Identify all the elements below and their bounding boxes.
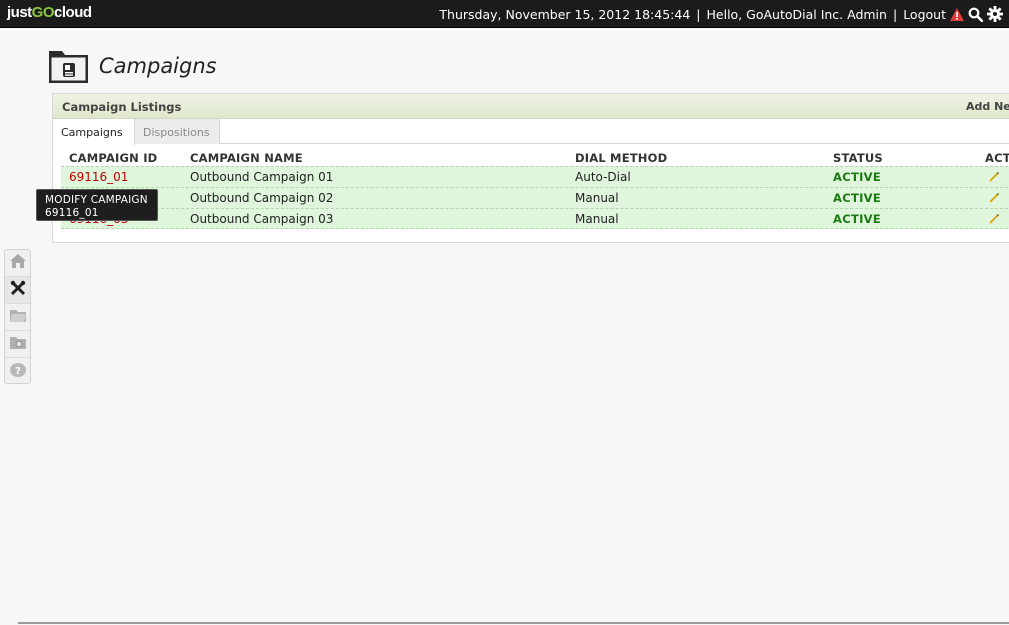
campaign-name: Outbound Campaign 02 [190, 191, 334, 205]
left-toolbar: ? [4, 249, 31, 384]
modify-campaign-button[interactable] [985, 170, 1000, 185]
tab-campaigns[interactable]: Campaigns [53, 119, 135, 145]
logo[interactable]: justGOcloud [7, 4, 92, 21]
sidebar-item-folder[interactable] [5, 304, 30, 331]
tooltip-line-2: 69116_01 [45, 206, 99, 219]
greeting: Hello, GoAutoDial Inc. Admin [706, 6, 887, 22]
pencil-icon[interactable] [988, 213, 1000, 225]
table-header: CAMPAIGN ID CAMPAIGN NAME DIAL METHOD ST… [61, 150, 1009, 166]
header-status[interactable]: STATUS [833, 151, 883, 165]
folder-icon [9, 308, 27, 327]
campaign-id-link[interactable]: 69116_01 [69, 170, 128, 184]
page-title: Campaigns [99, 54, 217, 78]
svg-text:?: ? [15, 366, 21, 377]
sidebar-item-folder-search[interactable] [5, 331, 30, 358]
dial-method: Auto-Dial [575, 170, 631, 184]
sidebar-item-help[interactable]: ? [5, 358, 30, 385]
panel-header: Campaign Listings Add Ne [53, 94, 1009, 119]
campaign-name: Outbound Campaign 03 [190, 212, 334, 226]
separator: | [892, 6, 898, 22]
tab-dispositions[interactable]: Dispositions [135, 119, 220, 144]
modify-campaign-button[interactable] [985, 191, 1000, 206]
help-icon: ? [9, 362, 27, 382]
table-row: 69116_02 Outbound Campaign 02 Manual ACT… [61, 187, 1009, 208]
tools-icon [10, 280, 26, 300]
modify-campaign-tooltip: MODIFY CAMPAIGN 69116_01 [36, 189, 158, 221]
datetime: Thursday, November 15, 2012 18:45:44 [439, 6, 691, 22]
pencil-icon[interactable] [988, 171, 1000, 183]
alert-icon[interactable] [950, 7, 964, 21]
panel-title: Campaign Listings [62, 100, 182, 114]
sidebar-item-tools[interactable] [5, 277, 30, 304]
bottom-border [18, 622, 1009, 624]
logo-prefix: just [7, 4, 32, 21]
table-row: 69116_01 Outbound Campaign 01 Auto-Dial … [61, 166, 1009, 187]
campaigns-table: CAMPAIGN ID CAMPAIGN NAME DIAL METHOD ST… [61, 150, 1009, 229]
header-dial-method[interactable]: DIAL METHOD [575, 151, 667, 165]
modify-campaign-button[interactable] [985, 212, 1000, 227]
status-badge[interactable]: ACTIVE [833, 191, 881, 205]
separator: | [696, 6, 701, 22]
add-new-button[interactable]: Add Ne [966, 100, 1009, 113]
campaign-name: Outbound Campaign 01 [190, 170, 334, 184]
gear-icon[interactable] [987, 6, 1003, 22]
sidebar-item-home[interactable] [5, 250, 30, 277]
page-header: Campaigns [48, 48, 217, 84]
panel-tabs: Campaigns Dispositions [53, 119, 1009, 145]
tooltip-line-1: MODIFY CAMPAIGN [45, 194, 148, 206]
dial-method: Manual [575, 212, 619, 226]
folder-search-icon [9, 335, 27, 354]
logo-go: GO [31, 4, 55, 21]
header-action: ACT [985, 151, 1009, 165]
status-badge[interactable]: ACTIVE [833, 170, 881, 184]
table-row: 69116_03 Outbound Campaign 03 Manual ACT… [61, 208, 1009, 229]
search-icon[interactable] [968, 7, 983, 22]
campaign-folder-icon [48, 48, 90, 84]
dial-method: Manual [575, 191, 619, 205]
home-icon [9, 253, 27, 273]
logout-link[interactable]: Logout [903, 7, 946, 22]
header-campaign-id[interactable]: CAMPAIGN ID [69, 151, 157, 165]
top-info: Thursday, November 15, 2012 18:45:44 | H… [439, 0, 1003, 28]
campaign-listings-panel: Campaign Listings Add Ne Campaigns Dispo… [52, 93, 1009, 243]
top-bar: justGOcloud Thursday, November 15, 2012 … [0, 0, 1009, 28]
pencil-icon[interactable] [988, 192, 1000, 204]
logo-suffix: cloud [54, 4, 92, 21]
status-badge[interactable]: ACTIVE [833, 212, 881, 226]
header-campaign-name[interactable]: CAMPAIGN NAME [190, 151, 303, 165]
